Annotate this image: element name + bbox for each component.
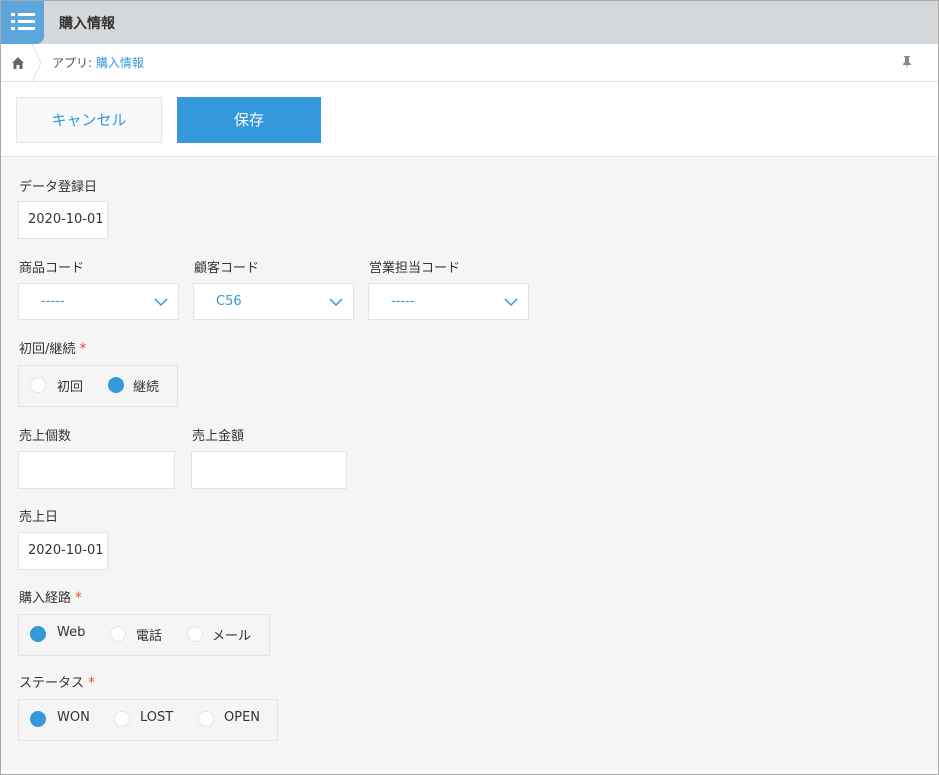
status-label: ステータス * [19, 672, 95, 691]
sales-amount-label: 売上金額 [192, 429, 245, 444]
status-radio-group: WON LOST OPEN [18, 699, 278, 741]
required-mark: * [88, 675, 96, 691]
radio-circle-selected [108, 377, 124, 393]
radio-web[interactable]: Web [19, 615, 105, 655]
sales-rep-code-value: ----- [391, 294, 415, 309]
save-button[interactable]: 保存 [177, 97, 321, 143]
radio-first[interactable]: 初回 [19, 366, 97, 406]
sales-qty-label: 売上個数 [19, 429, 72, 444]
radio-phone-label: 電話 [136, 629, 163, 644]
page-title: 購入情報 [59, 16, 115, 32]
app-window: 購入情報 アプリ: 購入情報 キャンセル 保存 データ登録日 2020-10-0… [0, 0, 939, 775]
purchase-channel-radio-group: Web 電話 メール [18, 614, 270, 656]
purchase-channel-label-text: 購入経路 [19, 591, 72, 606]
radio-circle [114, 711, 130, 727]
required-mark: * [79, 341, 87, 357]
radio-lost-label: LOST [140, 710, 174, 725]
radio-circle [30, 377, 46, 393]
pin-icon[interactable] [900, 55, 914, 71]
breadcrumb-app-link[interactable]: 購入情報 [96, 56, 144, 70]
radio-open[interactable]: OPEN [195, 700, 277, 740]
customer-code-select[interactable]: C56 [193, 283, 354, 320]
data-date-field[interactable]: 2020-10-01 [18, 201, 108, 239]
purchase-channel-label: 購入経路 * [19, 587, 82, 606]
radio-circle [198, 711, 214, 727]
radio-repeat[interactable]: 継続 [97, 366, 177, 406]
radio-won[interactable]: WON [19, 700, 109, 740]
radio-circle [187, 626, 203, 642]
chevron-down-icon [329, 298, 343, 307]
sales-qty-field[interactable] [18, 451, 175, 489]
sales-amount-field[interactable] [191, 451, 347, 489]
radio-lost[interactable]: LOST [111, 700, 195, 740]
chevron-down-icon [154, 298, 168, 307]
breadcrumb-prefix: アプリ: [52, 56, 96, 70]
status-label-text: ステータス [19, 676, 85, 691]
first-or-repeat-label-text: 初回/継続 [19, 342, 76, 357]
breadcrumb-trail: アプリ: 購入情報 [52, 54, 144, 71]
radio-mail-label: メール [212, 629, 252, 644]
record-form: データ登録日 2020-10-01 商品コード 顧客コード 営業担当コード --… [1, 158, 938, 770]
product-code-label: 商品コード [19, 261, 85, 276]
radio-repeat-label: 継続 [133, 380, 160, 395]
customer-code-label: 顧客コード [194, 261, 260, 276]
data-date-label: データ登録日 [19, 180, 98, 195]
bottom-edge [1, 770, 938, 774]
sales-rep-code-label: 営業担当コード [369, 261, 461, 276]
chevron-down-icon [504, 298, 518, 307]
radio-circle-selected [30, 626, 46, 642]
radio-phone[interactable]: 電話 [107, 615, 185, 655]
sales-date-field[interactable]: 2020-10-01 [18, 532, 108, 570]
radio-web-label: Web [57, 625, 86, 640]
breadcrumb-separator-icon [31, 44, 42, 82]
app-list-icon[interactable] [1, 1, 44, 44]
home-icon [12, 57, 24, 69]
radio-first-label: 初回 [57, 380, 84, 395]
radio-open-label: OPEN [224, 710, 261, 725]
cancel-button[interactable]: キャンセル [16, 97, 162, 143]
product-code-value: ----- [41, 294, 65, 309]
breadcrumb: アプリ: 購入情報 [1, 44, 938, 82]
customer-code-value: C56 [216, 294, 242, 309]
action-bar: キャンセル 保存 [1, 83, 938, 157]
required-mark: * [75, 590, 83, 606]
radio-circle [110, 626, 126, 642]
radio-won-label: WON [57, 710, 90, 725]
title-bar: 購入情報 [1, 1, 938, 44]
sales-date-label: 売上日 [19, 510, 59, 525]
first-or-repeat-radio-group: 初回 継続 [18, 365, 178, 407]
radio-mail[interactable]: メール [185, 615, 269, 655]
first-or-repeat-label: 初回/継続 * [19, 338, 86, 357]
radio-circle-selected [30, 711, 46, 727]
product-code-select[interactable]: ----- [18, 283, 179, 320]
sales-rep-code-select[interactable]: ----- [368, 283, 529, 320]
